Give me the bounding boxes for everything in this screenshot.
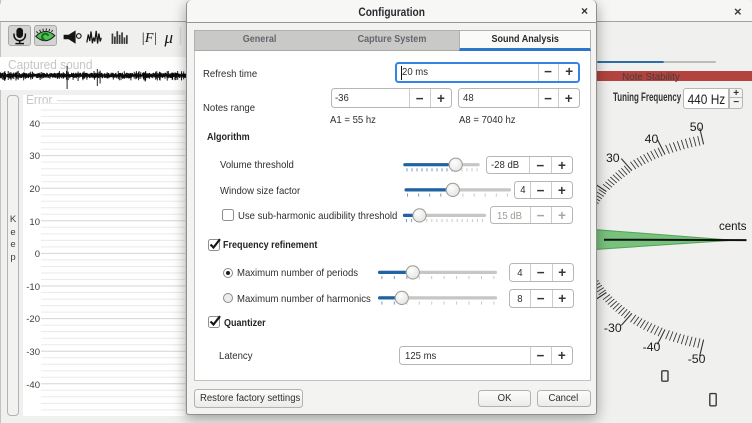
svg-text:40: 40 [645,132,659,146]
svg-text:-40: -40 [643,340,661,354]
svg-text:cents: cents [719,221,747,233]
svg-text:30: 30 [606,151,620,165]
svg-text:50: 50 [690,120,704,134]
svg-text:-50: -50 [688,352,706,366]
svg-text:-30: -30 [604,321,622,335]
